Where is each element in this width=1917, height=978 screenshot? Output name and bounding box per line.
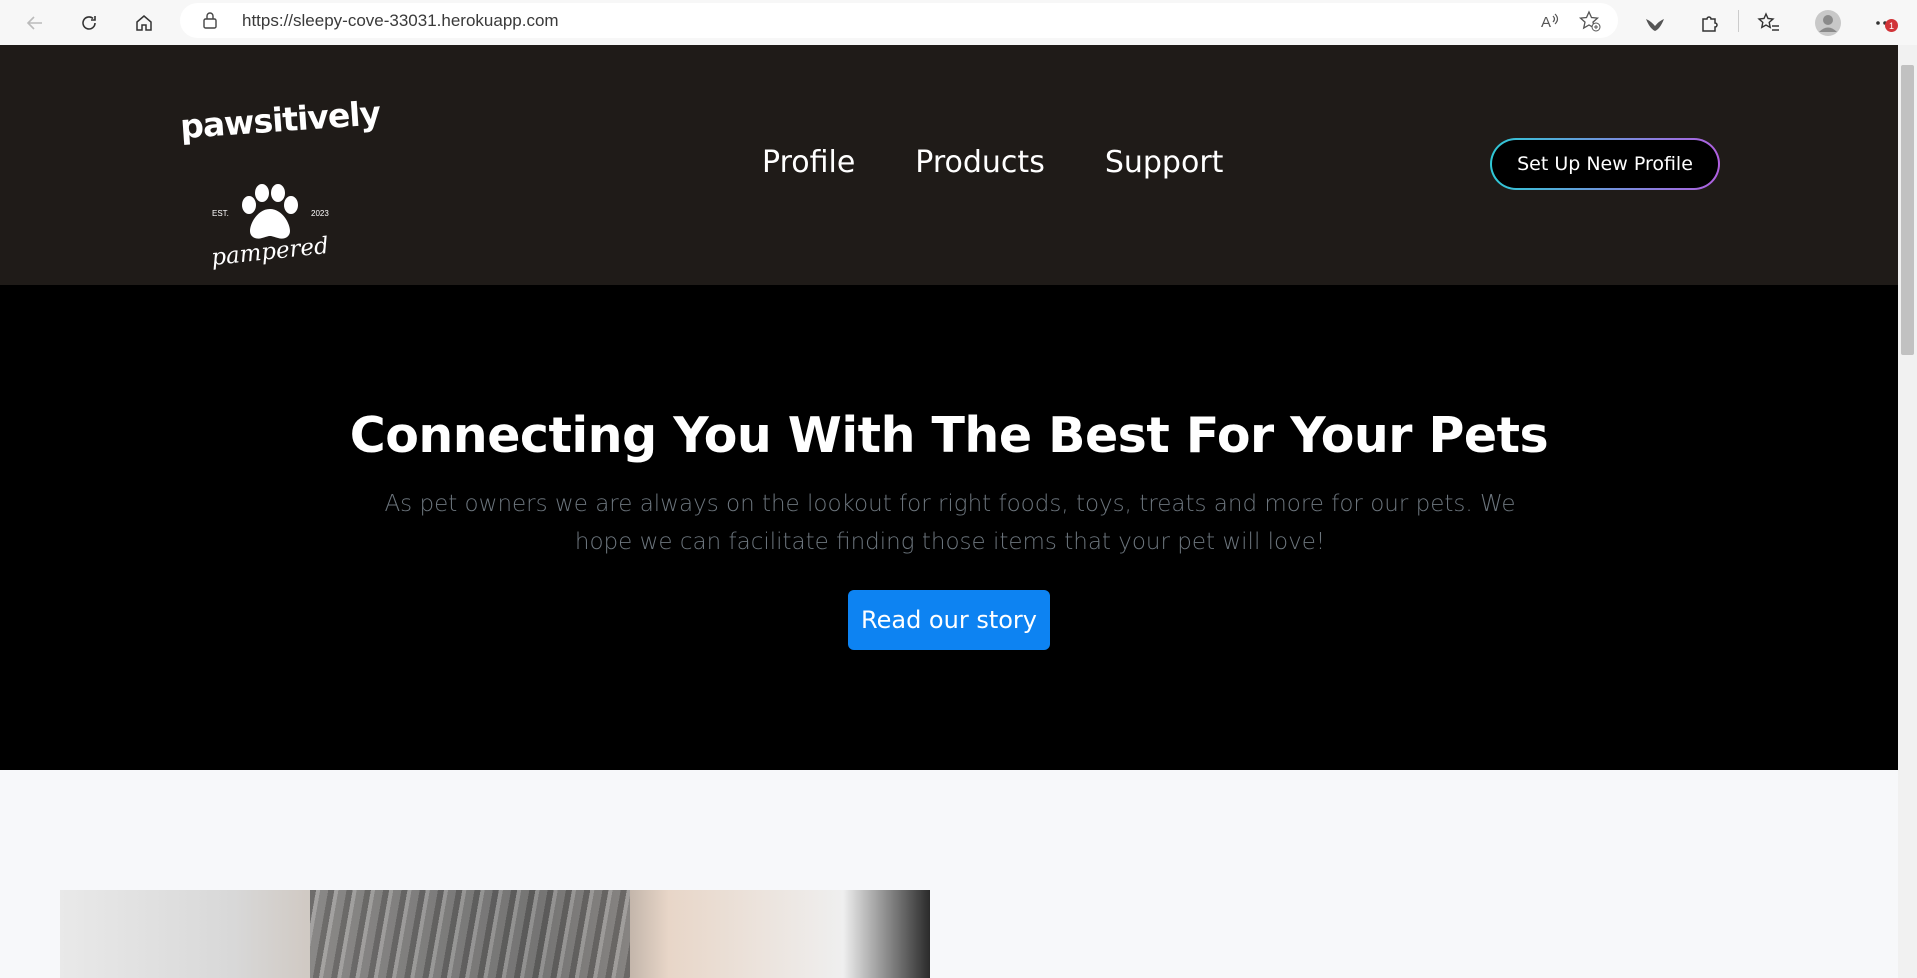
hero-section: Connecting You With The Best For Your Pe… xyxy=(0,285,1898,770)
profile-icon[interactable] xyxy=(1813,8,1843,38)
refresh-icon[interactable] xyxy=(74,8,104,38)
site-header: pawsitively EST. 2023 pampered Profile P… xyxy=(0,45,1898,285)
read-story-button[interactable]: Read our story xyxy=(848,590,1050,650)
logo-year: 2023 xyxy=(311,209,329,218)
browser-toolbar: https://sleepy-cove-33031.herokuapp.com … xyxy=(0,0,1917,46)
page-scrollbar[interactable] xyxy=(1898,45,1917,978)
hero-title: Connecting You With The Best For Your Pe… xyxy=(349,407,1549,464)
setup-profile-label: Set Up New Profile xyxy=(1492,140,1718,188)
nav-support[interactable]: Support xyxy=(1105,145,1224,180)
cat-fur xyxy=(310,890,630,978)
setup-profile-button[interactable]: Set Up New Profile xyxy=(1490,138,1720,190)
scrollbar-thumb[interactable] xyxy=(1901,65,1914,355)
logo-est: EST. xyxy=(212,209,229,218)
back-icon[interactable] xyxy=(20,8,50,38)
home-icon[interactable] xyxy=(129,8,159,38)
svg-text:A: A xyxy=(1541,14,1551,31)
logo-wordmark-bottom: pampered xyxy=(209,232,330,272)
cat-photo xyxy=(60,890,930,978)
main-nav: Profile Products Support xyxy=(762,145,1223,180)
extension-icon[interactable] xyxy=(1640,8,1670,38)
hero-subtitle: As pet owners we are always on the looko… xyxy=(384,491,1516,555)
logo-wordmark-top: pawsitively xyxy=(178,93,382,147)
url-text: https://sleepy-cove-33031.herokuapp.com xyxy=(242,11,559,30)
logo[interactable]: pawsitively EST. 2023 pampered xyxy=(178,93,382,271)
puzzle-icon[interactable] xyxy=(1695,8,1725,38)
read-aloud-icon[interactable]: A xyxy=(1538,9,1562,37)
notification-badge: 1 xyxy=(1885,19,1898,32)
lock-icon xyxy=(202,11,218,33)
nav-profile[interactable]: Profile xyxy=(762,145,855,180)
favorite-add-icon[interactable] xyxy=(1578,9,1602,37)
address-bar[interactable]: https://sleepy-cove-33031.herokuapp.com … xyxy=(180,3,1618,38)
nav-products[interactable]: Products xyxy=(915,145,1045,180)
toolbar-divider xyxy=(1738,10,1739,32)
favorites-icon[interactable] xyxy=(1754,8,1784,38)
